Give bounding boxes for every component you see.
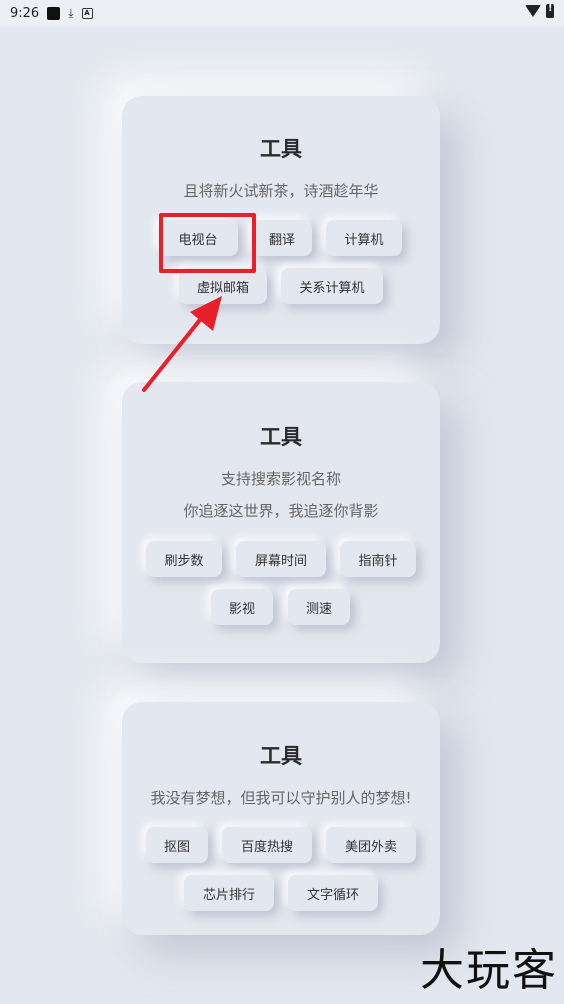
annotation-arrow-icon	[142, 296, 222, 392]
watermark-logo: 大玩客	[420, 945, 558, 996]
